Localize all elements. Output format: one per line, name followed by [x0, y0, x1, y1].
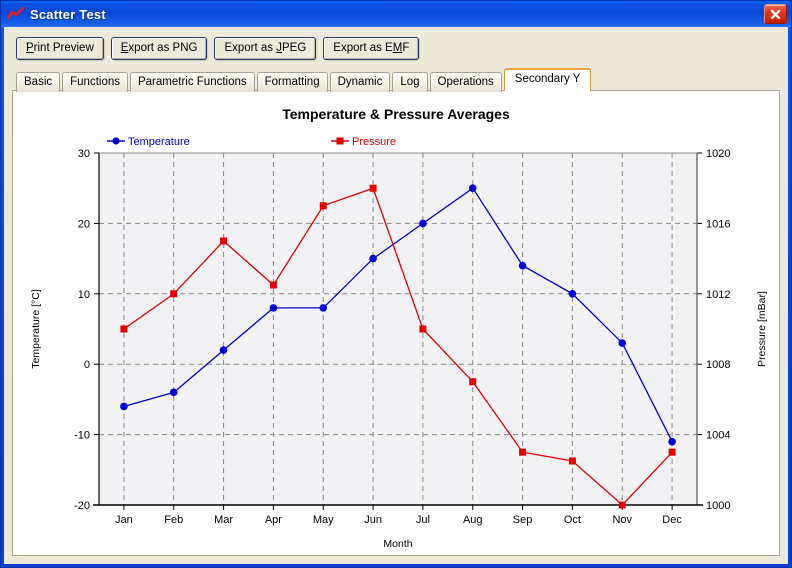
line-chart-icon [6, 6, 25, 22]
x-axis-tick-label: Jun [364, 514, 382, 526]
legend-label: Pressure [352, 136, 396, 148]
tab-secondary-y[interactable]: Secondary Y [503, 68, 592, 91]
x-axis-tick-label: Jul [416, 514, 430, 526]
close-icon [770, 9, 781, 19]
print-preview-button[interactable]: Print Preview [16, 37, 104, 60]
x-axis-tick-label: Sep [513, 514, 533, 526]
legend-item-pressure[interactable]: Pressure [331, 136, 396, 148]
tab-parametric-functions[interactable]: Parametric Functions [129, 72, 255, 92]
legend-label: Temperature [128, 136, 190, 148]
x-axis-tick-label: Mar [214, 514, 233, 526]
title-bar: Scatter Test [1, 1, 791, 27]
tab-panel-secondary-y: Temperature & Pressure Averages 30 20 10 0 -1… [12, 90, 780, 556]
legend-item-temperature[interactable]: Temperature [107, 136, 190, 148]
x-axis-tick-label: Oct [564, 514, 581, 526]
export-png-button[interactable]: Export as PNG [110, 37, 208, 60]
y2-axis-tick-label: 1016 [706, 218, 730, 230]
y2-axis-tick-label: 1000 [706, 500, 730, 512]
tab-log[interactable]: Log [392, 72, 428, 92]
x-axis-tick-label: Nov [612, 514, 632, 526]
x-axis-tick-label: May [313, 514, 334, 526]
export-jpeg-button[interactable]: Export as JPEG [214, 37, 317, 60]
y2-axis-label: Pressure [mBar] [756, 291, 768, 367]
window-title: Scatter Test [30, 6, 106, 22]
x-axis-tick-label: Dec [662, 514, 682, 526]
application-window: Scatter Test Print Preview Export as PNG… [0, 0, 792, 568]
chart-canvas: Temperature & Pressure Averages 30 20 10 0 -1… [13, 91, 779, 555]
toolbar: Print Preview Export as PNG Export as JP… [16, 37, 780, 60]
x-axis-tick-label: Aug [463, 514, 483, 526]
tab-operations[interactable]: Operations [429, 72, 502, 92]
y-axis-tick-label: 20 [78, 218, 90, 230]
chart-title: Temperature & Pressure Averages [282, 106, 510, 122]
x-axis-tick-label: Jan [115, 514, 133, 526]
x-axis-tick-label: Apr [265, 514, 282, 526]
y-axis-tick-label: -20 [74, 500, 90, 512]
tab-basic[interactable]: Basic [16, 72, 61, 92]
y2-axis-tick-label: 1020 [706, 148, 730, 160]
y2-axis-tick-label: 1008 [706, 359, 730, 371]
x-axis-label: Month [383, 538, 412, 550]
tab-strip: Basic Functions Parametric Functions For… [16, 68, 780, 92]
tab-formatting[interactable]: Formatting [256, 72, 328, 92]
close-button[interactable] [764, 4, 787, 24]
export-emf-button[interactable]: Export as EMF [323, 37, 420, 60]
y-axis-tick-label: 30 [78, 148, 90, 160]
y2-axis-tick-label: 1004 [706, 430, 730, 442]
y-axis-tick-label: 10 [78, 289, 90, 301]
y-axis-tick-label: 0 [84, 359, 90, 371]
x-axis-tick-label: Feb [164, 514, 183, 526]
client-area: Print Preview Export as PNG Export as JP… [4, 27, 788, 564]
y2-axis-tick-label: 1012 [706, 289, 730, 301]
y-axis-tick-label: -10 [74, 430, 90, 442]
tab-dynamic[interactable]: Dynamic [329, 72, 391, 92]
tab-functions[interactable]: Functions [62, 72, 128, 92]
y-axis-label: Temperature [°C] [30, 289, 42, 369]
